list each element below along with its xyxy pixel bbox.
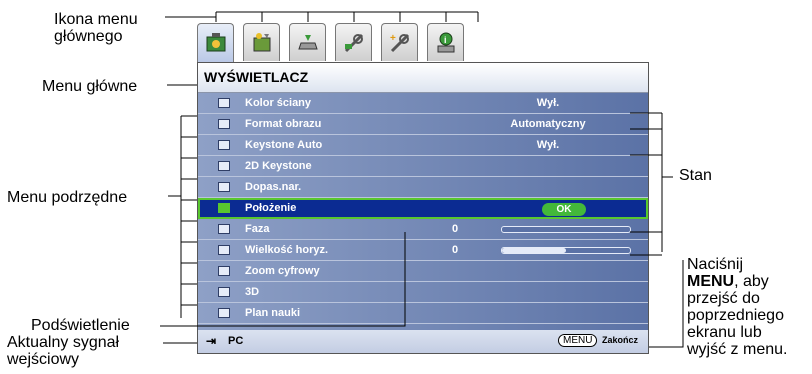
current-input-source: PC xyxy=(228,335,244,347)
menu-item-value: Wył. xyxy=(536,139,560,151)
menu-item-aspect-ratio[interactable]: Format obrazu Automatyczny xyxy=(198,114,648,135)
h-size-icon xyxy=(218,245,230,255)
position-icon xyxy=(218,203,230,213)
callout-input-line2: wejściowy xyxy=(7,351,80,368)
callout-press-line2-rest: , aby xyxy=(734,273,769,290)
callout-press-line6: wyjść z menu. xyxy=(687,341,788,358)
corner-fit-icon xyxy=(218,182,230,192)
menu-item-value: 0 xyxy=(452,223,459,235)
callout-press-menu-key: MENU xyxy=(687,273,735,290)
menu-item-label: Położenie xyxy=(245,202,297,214)
menu-item-label: Keystone Auto xyxy=(245,139,323,151)
aspect-ratio-icon xyxy=(218,119,230,129)
callout-press-line2: MENU, aby xyxy=(687,273,787,290)
callout-press-line5: ekranu lub xyxy=(687,324,762,341)
menu-button[interactable]: MENU xyxy=(558,334,598,347)
callout-press-line4: poprzedniego xyxy=(687,307,784,324)
menu-item-digital-zoom[interactable]: Zoom cyfrowy xyxy=(198,261,648,282)
menu-item-label: Format obrazu xyxy=(245,118,322,130)
menu-item-label: Dopas.nar. xyxy=(245,181,302,193)
menu-item-label: Zoom cyfrowy xyxy=(245,265,320,277)
tab-system-advanced[interactable]: + xyxy=(381,23,418,61)
callout-main-icon: Ikona menu głównego xyxy=(54,11,138,45)
menu-item-label: Plan nauki xyxy=(245,307,301,319)
callout-highlight: Podświetlenie xyxy=(31,317,130,334)
tab-source[interactable] xyxy=(289,23,326,61)
zoom-icon xyxy=(218,266,230,276)
menu-item-label: Wielkość horyz. xyxy=(245,244,329,256)
teaching-template-icon xyxy=(218,308,230,318)
system-setup-advanced-tab-icon: + xyxy=(390,33,410,53)
keystone-icon xyxy=(218,161,230,171)
menu-item-label: 3D xyxy=(245,286,260,298)
information-tab-icon: i xyxy=(437,32,455,53)
source-tab-icon xyxy=(298,35,318,50)
h-size-slider[interactable] xyxy=(501,247,631,254)
callout-input-line1: Aktualny sygnał xyxy=(7,334,120,351)
system-setup-basic-tab-icon xyxy=(344,33,364,53)
slider-fill xyxy=(502,248,566,253)
callout-press-menu: Naciśnij MENU, aby przejść do poprzednie… xyxy=(687,256,787,358)
menu-item-corner-fit[interactable]: Dopas.nar. xyxy=(198,177,648,198)
exit-label: Zakończ xyxy=(602,335,639,345)
menu-item-2d-keystone[interactable]: 2D Keystone xyxy=(198,156,648,177)
menu-item-h-size[interactable]: Wielkość horyz. 0 xyxy=(198,240,648,261)
menu-footer: ⇥ PC MENU Zakończ xyxy=(198,330,648,353)
callout-main-icon-line2: głównego xyxy=(54,28,123,45)
tab-system-basic[interactable] xyxy=(335,23,372,61)
phase-slider[interactable] xyxy=(501,226,631,233)
callout-press-line3: przejść do xyxy=(687,290,760,307)
3d-icon xyxy=(218,287,230,297)
display-tab-icon xyxy=(206,33,226,52)
svg-text:i: i xyxy=(444,35,447,45)
picture-tab-icon xyxy=(253,33,271,52)
ok-button[interactable]: OK xyxy=(542,203,586,216)
menu-item-teaching-template[interactable]: Plan nauki xyxy=(198,303,648,324)
menu-item-position[interactable]: Położenie OK xyxy=(198,198,648,219)
callout-press-line1: Naciśnij xyxy=(687,256,744,273)
tab-display[interactable] xyxy=(197,23,234,63)
menu-item-list: Kolor ściany Wył. Format obrazu Automaty… xyxy=(198,93,648,330)
callout-submenu: Menu podrzędne xyxy=(7,189,128,206)
menu-item-3d[interactable]: 3D xyxy=(198,282,648,303)
wall-color-icon xyxy=(218,98,230,108)
phase-icon xyxy=(218,224,230,234)
osd-menu-panel: WYŚWIETLACZ Kolor ściany Wył. Format obr… xyxy=(197,62,649,354)
menu-title: WYŚWIETLACZ xyxy=(204,69,309,85)
input-source-icon: ⇥ xyxy=(206,334,217,348)
callout-current-input: Aktualny sygnał wejściowy xyxy=(7,334,119,368)
menu-item-phase[interactable]: Faza 0 xyxy=(198,219,648,240)
callout-status: Stan xyxy=(679,167,712,184)
callout-main-menu: Menu główne xyxy=(42,78,138,95)
menu-item-label: Kolor ściany xyxy=(245,97,312,109)
menu-item-label: 2D Keystone xyxy=(245,160,312,172)
auto-keystone-icon xyxy=(218,140,230,150)
tab-picture[interactable] xyxy=(243,23,280,61)
menu-item-value: Automatyczny xyxy=(510,118,586,130)
menu-item-value: 0 xyxy=(452,244,459,256)
menu-item-auto-keystone[interactable]: Keystone Auto Wył. xyxy=(198,135,648,156)
menu-item-value: Wył. xyxy=(536,97,560,109)
svg-text:+: + xyxy=(390,33,396,44)
menu-item-wall-color[interactable]: Kolor ściany Wył. xyxy=(198,93,648,114)
tab-information[interactable]: i xyxy=(427,23,464,61)
menu-item-label: Faza xyxy=(245,223,270,235)
menu-header: WYŚWIETLACZ xyxy=(198,63,648,93)
callout-main-icon-line1: Ikona menu xyxy=(54,11,138,28)
